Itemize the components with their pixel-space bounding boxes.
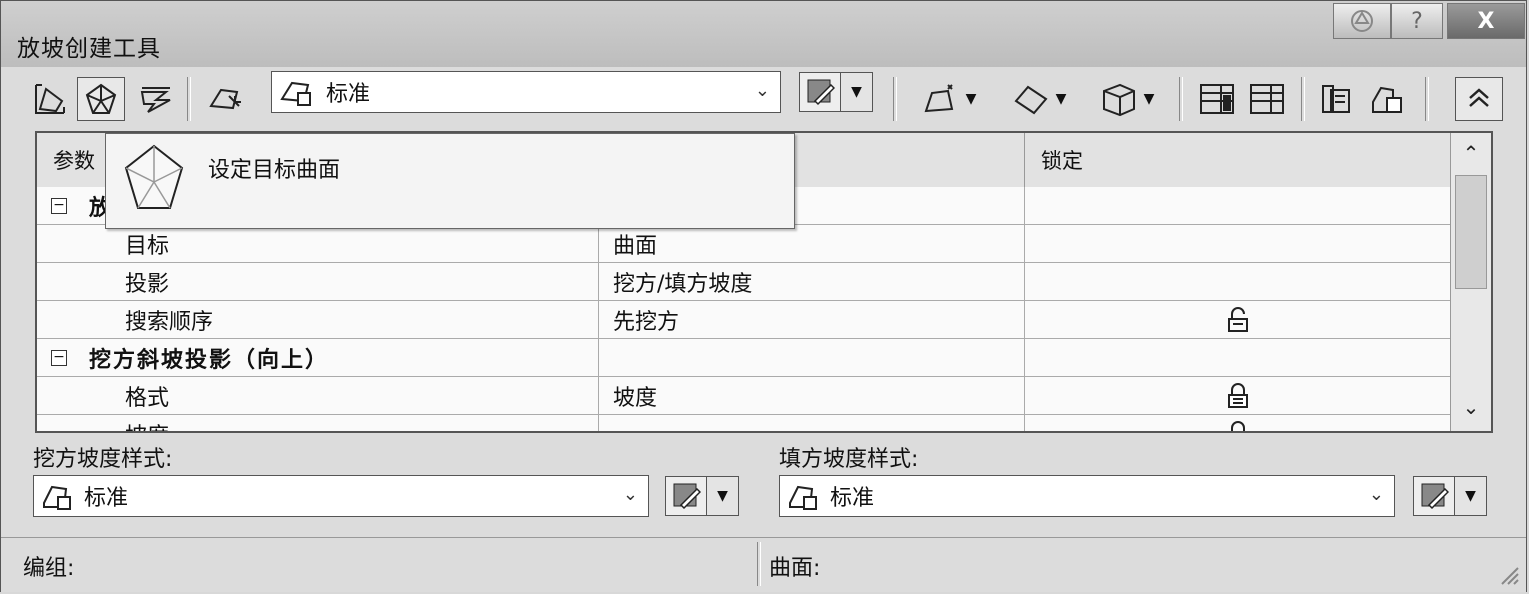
lock-icon[interactable] bbox=[1025, 377, 1451, 415]
title-bar[interactable]: 放坡创建工具 ? X bbox=[1, 1, 1526, 67]
cut-style-edit-button[interactable]: ▼ bbox=[665, 475, 739, 517]
fill-slope-style-value: 标准 bbox=[830, 486, 875, 511]
edit-style-icon[interactable] bbox=[799, 72, 841, 112]
grading-style-icon bbox=[280, 81, 311, 106]
collapse-icon[interactable]: − bbox=[51, 198, 67, 214]
edit-style-icon[interactable] bbox=[1413, 476, 1455, 516]
help-glyph: ? bbox=[1411, 8, 1423, 34]
paste-icon[interactable] bbox=[1365, 77, 1409, 121]
table-row[interactable]: 格式 坡度 bbox=[37, 377, 1451, 415]
fill-style-edit-button[interactable]: ▼ bbox=[1413, 475, 1487, 517]
collapse-icon[interactable]: − bbox=[51, 350, 67, 366]
grading-creation-tools-window: 放坡创建工具 ? X 标准 ⌄ ▼ ▼ ▼ ▼ 参数 锁定 − 目标 曲面 投影… bbox=[0, 0, 1527, 592]
toolbar-separator bbox=[187, 77, 191, 121]
param-value[interactable]: 曲面 bbox=[599, 225, 1025, 263]
cut-slope-style-label: 挖方坡度样式: bbox=[33, 447, 173, 472]
status-separator bbox=[757, 542, 761, 586]
param-lock bbox=[1025, 225, 1451, 263]
fill-slope-style-combo[interactable]: 标准 ⌄ bbox=[779, 475, 1395, 517]
status-group-label: 编组: bbox=[23, 556, 75, 581]
param-value[interactable]: 坡度 bbox=[599, 377, 1025, 415]
table-row[interactable]: 坡度 bbox=[37, 415, 1451, 431]
group-lock bbox=[1025, 339, 1451, 377]
expand-toolbar-icon[interactable] bbox=[1455, 77, 1503, 121]
target-surface-icon bbox=[124, 144, 184, 209]
grading-toolbar: 标准 ⌄ ▼ ▼ ▼ ▼ bbox=[25, 71, 1509, 127]
close-icon[interactable]: X bbox=[1447, 3, 1525, 39]
header-lock[interactable]: 锁定 bbox=[1025, 133, 1451, 187]
fill-slope-style-label: 填方坡度样式: bbox=[779, 447, 919, 472]
balloon-icon[interactable] bbox=[1333, 3, 1391, 39]
window-title: 放坡创建工具 bbox=[17, 36, 161, 62]
chevron-down-icon: ⌄ bbox=[622, 484, 638, 505]
table-row[interactable]: 搜索顺序 先挖方 bbox=[37, 301, 1451, 339]
toolbar-separator bbox=[893, 77, 897, 121]
grading-list-icon[interactable] bbox=[1195, 77, 1239, 121]
slope-style-icon bbox=[43, 485, 71, 510]
grading-group-icon[interactable] bbox=[29, 77, 71, 121]
edit-style-icon[interactable] bbox=[665, 476, 707, 516]
table-row[interactable]: 目标 曲面 bbox=[37, 225, 1451, 263]
table-row[interactable]: 投影 挖方/填方坡度 bbox=[37, 263, 1451, 301]
chevron-down-icon: ⌄ bbox=[754, 80, 770, 101]
param-lock bbox=[1025, 263, 1451, 301]
dropdown-arrow-icon[interactable]: ▼ bbox=[841, 72, 873, 112]
grading-style-combo[interactable]: 标准 ⌄ bbox=[271, 71, 781, 113]
chevron-down-icon: ⌄ bbox=[1368, 484, 1384, 505]
cut-slope-style-combo[interactable]: 标准 ⌄ bbox=[33, 475, 649, 517]
group-value bbox=[599, 339, 1025, 377]
group-title: 挖方斜坡投影（向上） bbox=[77, 339, 599, 377]
param-name: 坡度 bbox=[77, 415, 599, 431]
infill-icon[interactable]: ▼ bbox=[1085, 77, 1169, 121]
slope-style-icon bbox=[789, 485, 817, 510]
cut-slope-style-value: 标准 bbox=[84, 486, 129, 511]
copy-icon[interactable] bbox=[1315, 77, 1359, 121]
edit-style-button[interactable]: ▼ bbox=[799, 71, 873, 113]
toolbar-separator bbox=[1425, 77, 1429, 121]
lock-icon[interactable] bbox=[1025, 415, 1451, 431]
vertical-scrollbar[interactable]: ⌃ ⌄ bbox=[1450, 133, 1491, 431]
group-row-cut-slope[interactable]: − 挖方斜坡投影（向上） bbox=[37, 339, 1451, 377]
edit-grading-icon[interactable]: ▼ bbox=[997, 77, 1081, 121]
scroll-up-icon[interactable]: ⌃ bbox=[1451, 141, 1491, 173]
scroll-thumb[interactable] bbox=[1455, 175, 1487, 289]
dropdown-arrow-icon[interactable]: ▼ bbox=[1455, 476, 1487, 516]
param-value[interactable]: 先挖方 bbox=[599, 301, 1025, 339]
help-icon[interactable]: ? bbox=[1391, 3, 1443, 39]
status-bar: 编组: 曲面: bbox=[1, 537, 1526, 592]
layout-icon[interactable] bbox=[131, 77, 179, 121]
grading-list2-icon[interactable] bbox=[1245, 77, 1289, 121]
param-value[interactable] bbox=[599, 415, 1025, 431]
select-criteria-icon[interactable] bbox=[201, 77, 253, 121]
resize-grip-icon[interactable] bbox=[1496, 562, 1520, 586]
param-name: 搜索顺序 bbox=[77, 301, 599, 339]
group-lock bbox=[1025, 187, 1451, 225]
unlock-icon[interactable] bbox=[1025, 301, 1451, 339]
dropdown-arrow-icon[interactable]: ▼ bbox=[707, 476, 739, 516]
toolbar-separator bbox=[1179, 77, 1183, 121]
status-surface-label: 曲面: bbox=[769, 556, 821, 581]
close-glyph: X bbox=[1477, 8, 1495, 34]
param-name: 格式 bbox=[77, 377, 599, 415]
tool-dropdown-menu: 设定目标曲面 bbox=[105, 133, 795, 229]
param-name: 投影 bbox=[77, 263, 599, 301]
grading-style-value: 标准 bbox=[326, 82, 371, 107]
param-name: 目标 bbox=[77, 225, 599, 263]
toolbar-separator bbox=[1301, 77, 1305, 121]
set-target-surface-icon[interactable] bbox=[77, 77, 125, 121]
param-value[interactable]: 挖方/填方坡度 bbox=[599, 263, 1025, 301]
menu-item-set-target-surface[interactable]: 设定目标曲面 bbox=[208, 152, 340, 184]
create-grading-icon[interactable]: ▼ bbox=[907, 77, 991, 121]
scroll-down-icon[interactable]: ⌄ bbox=[1451, 395, 1491, 427]
